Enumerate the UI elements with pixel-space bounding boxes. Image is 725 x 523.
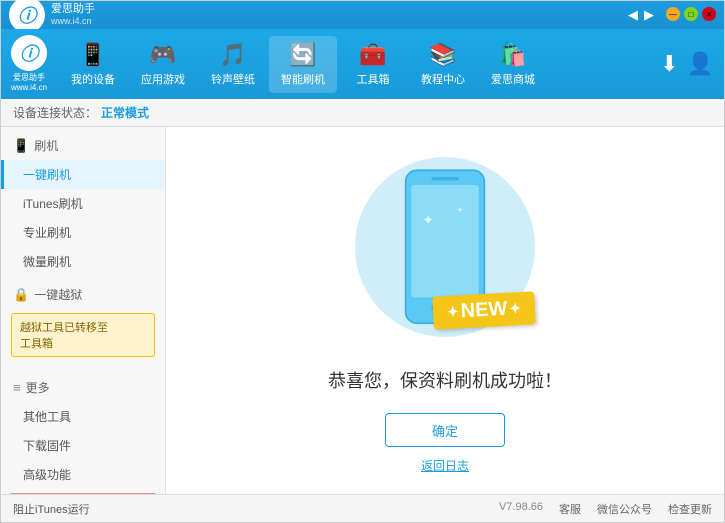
app-brand: 爱思助手 www.i4.cn bbox=[51, 2, 95, 28]
customer-service-link[interactable]: 客服 bbox=[559, 501, 581, 517]
sidebar-item-other-tools[interactable]: 其他工具 bbox=[1, 402, 165, 431]
flash-section-icon: 📱 bbox=[13, 138, 29, 154]
nav-item-apps-games[interactable]: 🎮 应用游戏 bbox=[129, 36, 197, 93]
nav-item-ringtone[interactable]: 🎵 铃声壁纸 bbox=[199, 36, 267, 93]
gohome-link[interactable]: 返回日志 bbox=[421, 457, 469, 474]
ringtone-icon: 🎵 bbox=[219, 42, 246, 68]
sparkle-right-icon: ✦ bbox=[509, 300, 522, 318]
nav-label-tutorial: 教程中心 bbox=[421, 71, 465, 87]
top-navigation: ⓘ 爱思助手 www.i4.cn 📱 我的设备 🎮 应用游戏 🎵 铃声壁纸 🔄 … bbox=[1, 29, 724, 99]
new-badge-text: NEW bbox=[460, 298, 508, 323]
minimize-button[interactable]: — bbox=[666, 7, 680, 21]
bottombar-right: V7.98.66 客服 微信公众号 检查更新 bbox=[499, 501, 712, 517]
main-content: 📱 刷机 一键刷机 iTunes刷机 专业刷机 微量刷机 🔒 一键越狱 越狱工具… bbox=[1, 127, 724, 494]
more-section-icon: ≡ bbox=[13, 380, 21, 395]
status-bar: 设备连接状态： 正常模式 bbox=[1, 99, 724, 127]
sidebar-item-advanced[interactable]: 高级功能 bbox=[1, 460, 165, 489]
user-icon[interactable]: 👤 bbox=[687, 51, 714, 77]
close-button[interactable]: ✕ bbox=[702, 7, 716, 21]
status-label: 设备连接状态： bbox=[13, 104, 97, 121]
win-buttons: — □ ✕ bbox=[666, 7, 716, 23]
nav-label-ringtone: 铃声壁纸 bbox=[211, 71, 255, 87]
nav-logo-text: 爱思助手 www.i4.cn bbox=[11, 73, 47, 92]
version-label: V7.98.66 bbox=[499, 501, 543, 517]
nav-item-mall[interactable]: 🛍️ 爱思商城 bbox=[479, 36, 547, 93]
nav-item-tutorial[interactable]: 📚 教程中心 bbox=[409, 36, 477, 93]
maximize-button[interactable]: □ bbox=[684, 7, 698, 21]
tutorial-icon: 📚 bbox=[429, 42, 456, 68]
confirm-button[interactable]: 确定 bbox=[385, 413, 505, 447]
jailbreak-section-label: 一键越狱 bbox=[34, 286, 82, 303]
titlebar-window-controls: ◀ ▶ — □ ✕ bbox=[628, 7, 716, 23]
success-message: 恭喜您，保资料刷机成功啦！ bbox=[328, 367, 562, 393]
sidebar-section-more: ≡ 更多 bbox=[1, 373, 165, 402]
sidebar-jailbreak-notice: 越狱工具已转移至工具箱 bbox=[11, 313, 155, 357]
main-window: ⓘ 爱思助手 www.i4.cn ◀ ▶ — □ ✕ ⓘ bbox=[0, 0, 725, 523]
check-update-link[interactable]: 检查更新 bbox=[668, 501, 712, 517]
sidebar-item-one-key-flash[interactable]: 一键刷机 bbox=[1, 160, 165, 189]
logo-area: ⓘ 爱思助手 www.i4.cn bbox=[11, 35, 47, 92]
nav-item-toolbox[interactable]: 🧰 工具箱 bbox=[339, 36, 407, 93]
stop-itunes: 阻止iTunes运行 bbox=[13, 501, 479, 517]
toolbox-icon: 🧰 bbox=[359, 42, 386, 68]
svg-text:✦: ✦ bbox=[423, 213, 435, 228]
nav-arrows: ◀ ▶ bbox=[628, 7, 654, 23]
nav-label-mall: 爱思商城 bbox=[491, 71, 535, 87]
forward-icon[interactable]: ▶ bbox=[644, 7, 654, 23]
mall-icon: 🛍️ bbox=[499, 42, 526, 68]
lock-icon: 🔒 bbox=[13, 287, 29, 303]
titlebar: ⓘ 爱思助手 www.i4.cn ◀ ▶ — □ ✕ bbox=[1, 1, 724, 29]
nav-label-apps-games: 应用游戏 bbox=[141, 71, 185, 87]
nav-label-toolbox: 工具箱 bbox=[357, 71, 390, 87]
nav-logo: ⓘ bbox=[11, 35, 47, 71]
svg-text:✦: ✦ bbox=[456, 205, 464, 215]
sparkle-left-icon: ✦ bbox=[446, 303, 459, 321]
sidebar-item-itunes-flash[interactable]: iTunes刷机 bbox=[1, 189, 165, 218]
my-device-icon: 📱 bbox=[79, 42, 106, 68]
sidebar-item-download-firmware[interactable]: 下载固件 bbox=[1, 431, 165, 460]
nav-label-my-device: 我的设备 bbox=[71, 71, 115, 87]
phone-illustration: ✦ ✦ ✦ NEW ✦ bbox=[345, 147, 545, 347]
bottom-bar: 阻止iTunes运行 V7.98.66 客服 微信公众号 检查更新 bbox=[1, 494, 724, 522]
back-icon[interactable]: ◀ bbox=[628, 7, 638, 23]
sidebar-item-pro-flash[interactable]: 专业刷机 bbox=[1, 218, 165, 247]
nav-label-smart-flash: 智能刷机 bbox=[281, 71, 325, 87]
nav-item-my-device[interactable]: 📱 我的设备 bbox=[59, 36, 127, 93]
sidebar-section-flash: 📱 刷机 bbox=[1, 131, 165, 160]
nav-item-smart-flash[interactable]: 🔄 智能刷机 bbox=[269, 36, 337, 93]
new-badge: ✦ NEW ✦ bbox=[432, 291, 536, 329]
more-section-label: 更多 bbox=[26, 379, 50, 396]
content-area: ✦ ✦ ✦ NEW ✦ 恭喜您，保资料刷机成功啦！ 确定 返回日志 bbox=[166, 127, 724, 494]
flash-section-label: 刷机 bbox=[34, 137, 58, 154]
sidebar-section-jailbreak: 🔒 一键越狱 bbox=[1, 280, 165, 309]
status-value: 正常模式 bbox=[101, 104, 149, 121]
nav-right-actions: ⬇ 👤 bbox=[660, 51, 714, 77]
wechat-link[interactable]: 微信公众号 bbox=[597, 501, 652, 517]
smart-flash-icon: 🔄 bbox=[289, 42, 316, 68]
stop-itunes-label[interactable]: 阻止iTunes运行 bbox=[13, 504, 90, 516]
sidebar: 📱 刷机 一键刷机 iTunes刷机 专业刷机 微量刷机 🔒 一键越狱 越狱工具… bbox=[1, 127, 166, 494]
sidebar-item-micro-flash[interactable]: 微量刷机 bbox=[1, 247, 165, 276]
download-icon[interactable]: ⬇ bbox=[660, 51, 678, 77]
apps-games-icon: 🎮 bbox=[149, 42, 176, 68]
